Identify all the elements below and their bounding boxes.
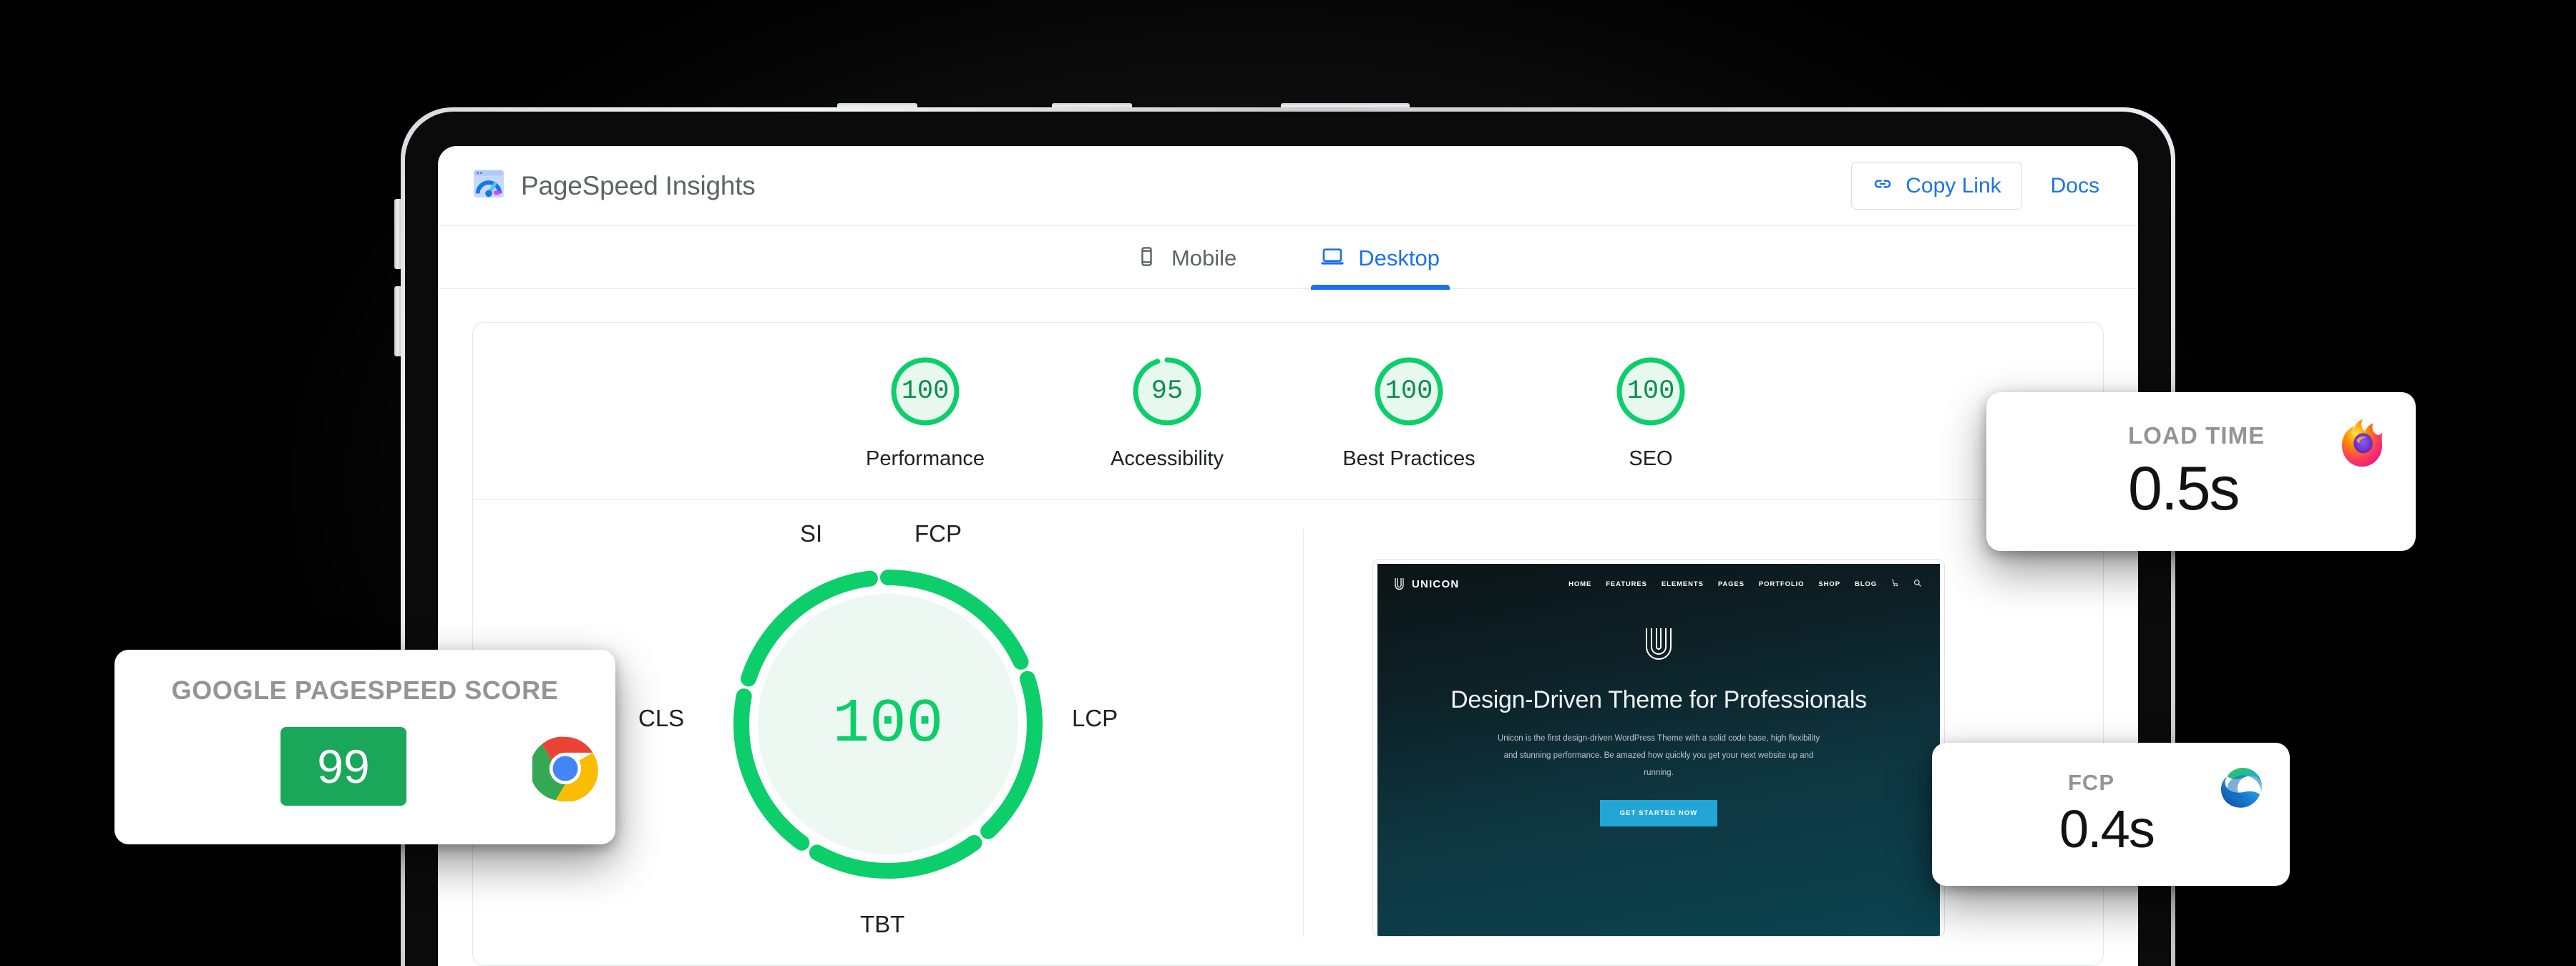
preview-menu: HOME FEATURES ELEMENTS PAGES PORTFOLIO S… <box>1568 579 1921 589</box>
tablet-bezel: PageSpeed Insights Copy Link Docs Mobile… <box>405 112 2171 966</box>
results-card: 100 Performance 95 Accessibility 100 Bes… <box>472 322 2104 966</box>
copy-link-button[interactable]: Copy Link <box>1851 162 2022 210</box>
load-time-title: LOAD TIME <box>2128 422 2265 449</box>
preview-nav-pages[interactable]: PAGES <box>1718 580 1745 588</box>
site-screenshot-image: UNICON HOME FEATURES ELEMENTS PAGES PORT… <box>1377 564 1940 936</box>
pagespeed-score-title: GOOGLE PAGESPEED SCORE <box>171 675 559 705</box>
preview-cta-button[interactable]: GET STARTED NOW <box>1599 800 1718 827</box>
category-scores: 100 Performance 95 Accessibility 100 Bes… <box>473 323 2103 499</box>
shopping-cart-icon[interactable] <box>1891 579 1899 589</box>
ring-label-lcp: LCP <box>1072 705 1118 731</box>
pagespeed-insights-logo-icon <box>472 167 505 204</box>
device-tabs: Mobile Desktop <box>438 226 2138 290</box>
link-icon <box>1872 173 1893 198</box>
ring-label-fcp: FCP <box>914 520 962 547</box>
preview-hero-logo-icon <box>1377 625 1940 668</box>
app-title: PageSpeed Insights <box>521 170 756 200</box>
ring-label-cls: CLS <box>638 705 685 731</box>
edge-logo-icon <box>2218 764 2265 815</box>
fcp-card: FCP 0.4s <box>1932 743 2290 886</box>
score-best-practices-label: Best Practices <box>1342 447 1475 470</box>
fcp-title: FCP <box>2068 770 2114 795</box>
score-seo-value: 100 <box>1626 376 1675 406</box>
score-best-practices[interactable]: 100 Best Practices <box>1334 354 1484 471</box>
score-seo-label: SEO <box>1629 447 1673 470</box>
fcp-value: 0.4s <box>2059 799 2155 859</box>
score-accessibility[interactable]: 95 Accessibility <box>1092 354 1242 471</box>
tab-desktop[interactable]: Desktop <box>1311 226 1450 290</box>
score-performance-value: 100 <box>901 376 950 406</box>
score-accessibility-value: 95 <box>1151 376 1184 406</box>
score-best-practices-value: 100 <box>1385 376 1433 406</box>
firefox-logo-icon <box>2334 416 2390 476</box>
load-time-value: 0.5s <box>2128 454 2240 523</box>
load-time-card: LOAD TIME 0.5s <box>1986 392 2416 551</box>
copy-link-label: Copy Link <box>1906 173 2001 197</box>
search-icon[interactable] <box>1913 579 1921 589</box>
preview-nav-home[interactable]: HOME <box>1568 580 1591 588</box>
preview-hero: Design-Driven Theme for Professionals Un… <box>1377 591 1940 827</box>
pagespeed-score-badge: 99 <box>280 727 406 806</box>
google-pagespeed-score-card: GOOGLE PAGESPEED SCORE 99 <box>114 650 615 844</box>
score-seo[interactable]: 100 SEO <box>1576 354 1726 471</box>
performance-gauge-value: 100 <box>832 689 944 759</box>
mobile-phone-icon <box>1136 246 1157 270</box>
preview-navbar: UNICON HOME FEATURES ELEMENTS PAGES PORT… <box>1377 564 1940 591</box>
tab-mobile[interactable]: Mobile <box>1126 226 1246 288</box>
app-header: PageSpeed Insights Copy Link Docs <box>438 146 2138 226</box>
pagespeed-score-body: 99 <box>114 706 615 820</box>
brand: PageSpeed Insights <box>472 167 756 204</box>
preview-nav-blog[interactable]: BLOG <box>1855 580 1877 588</box>
ring-label-tbt: TBT <box>860 911 905 937</box>
metrics-section: 100 SI FCP LCP TBT CLS UNICON HOME FEATU… <box>473 500 2103 937</box>
site-screenshot-preview: UNICON HOME FEATURES ELEMENTS PAGES PORT… <box>1372 559 1945 937</box>
gauge-performance: 100 <box>888 354 962 429</box>
performance-radial-gauge: 100 SI FCP LCP TBT CLS <box>638 520 1118 937</box>
score-accessibility-label: Accessibility <box>1111 447 1224 470</box>
laptop-icon <box>1321 245 1344 271</box>
ring-label-si: SI <box>800 520 823 547</box>
score-performance[interactable]: 100 Performance <box>850 354 1000 471</box>
gauge-accessibility: 95 <box>1130 354 1204 429</box>
tab-mobile-label: Mobile <box>1171 245 1237 270</box>
docs-link[interactable]: Docs <box>2051 174 2099 198</box>
preview-brand: UNICON <box>1393 577 1459 591</box>
tablet-device: PageSpeed Insights Copy Link Docs Mobile… <box>401 107 2175 966</box>
preview-nav-portfolio[interactable]: PORTFOLIO <box>1759 580 1805 588</box>
preview-nav-elements[interactable]: ELEMENTS <box>1662 580 1704 588</box>
preview-hero-heading: Design-Driven Theme for Professionals <box>1450 686 1867 713</box>
score-performance-label: Performance <box>865 447 985 470</box>
header-actions: Copy Link Docs <box>1851 162 2099 210</box>
gauge-seo: 100 <box>1614 354 1688 429</box>
chrome-logo-icon <box>530 736 598 805</box>
preview-hero-paragraph: Unicon is the first design-driven WordPr… <box>1497 734 1820 778</box>
preview-nav-features[interactable]: FEATURES <box>1606 580 1647 588</box>
gauge-best-practices: 100 <box>1372 354 1446 429</box>
preview-nav-shop[interactable]: SHOP <box>1818 580 1840 588</box>
tablet-screen: PageSpeed Insights Copy Link Docs Mobile… <box>438 146 2138 966</box>
preview-brand-label: UNICON <box>1412 577 1460 590</box>
tab-desktop-label: Desktop <box>1358 245 1440 270</box>
